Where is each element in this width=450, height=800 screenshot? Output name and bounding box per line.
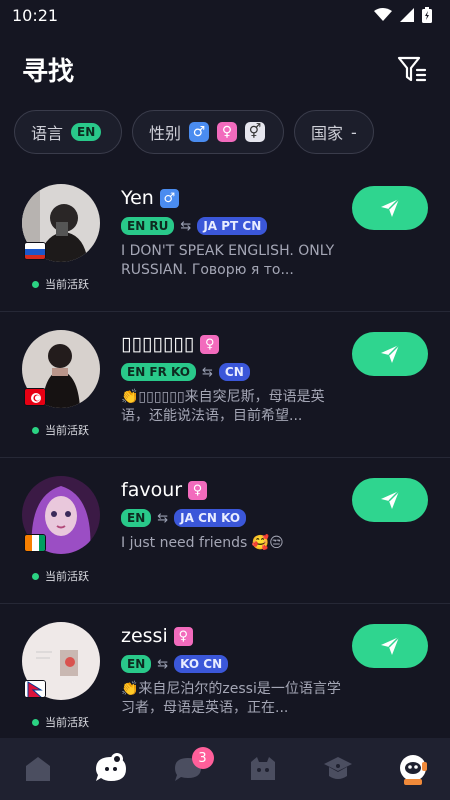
male-icon: ♂ bbox=[159, 188, 179, 208]
language-row: EN FR KO ⇆ CN bbox=[121, 362, 347, 382]
status-bar: 10:21 bbox=[0, 0, 450, 30]
send-icon bbox=[381, 344, 400, 363]
filter-button[interactable] bbox=[396, 53, 428, 85]
language-row: EN ⇆ JA CN KO bbox=[121, 508, 347, 528]
user-card[interactable]: 当前活跃 Yen ♂ EN RU ⇆ JA PT CN I DON'T SPEA… bbox=[0, 166, 450, 312]
user-info: ▯▯▯▯▯▯▯ ♀ EN FR KO ⇆ CN 👏▯▯▯▯▯▯来自突尼斯，母语是… bbox=[121, 332, 347, 426]
send-icon bbox=[381, 636, 400, 655]
tab-chats[interactable]: 3 bbox=[160, 741, 216, 797]
active-label: 当前活跃 bbox=[45, 424, 89, 437]
send-message-button[interactable] bbox=[352, 624, 428, 668]
user-info: favour ♀ EN ⇆ JA CN KO I just need frien… bbox=[121, 478, 347, 572]
ivory-coast-flag bbox=[24, 534, 46, 552]
send-message-button[interactable] bbox=[352, 478, 428, 522]
exchange-icon: ⇆ bbox=[180, 218, 192, 234]
female-icon: ♀ bbox=[173, 626, 193, 646]
page-title: 寻找 bbox=[22, 56, 75, 87]
exchange-icon: ⇆ bbox=[202, 364, 213, 380]
wifi-icon bbox=[374, 8, 392, 21]
user-info: Yen ♂ EN RU ⇆ JA PT CN I DON'T SPEAK ENG… bbox=[121, 186, 347, 280]
status-time: 10:21 bbox=[12, 5, 59, 25]
online-dot bbox=[32, 426, 39, 434]
user-name: favour bbox=[121, 479, 183, 501]
active-status: 当前活跃 bbox=[32, 714, 89, 730]
language-row: EN ⇆ KO CN bbox=[121, 654, 347, 674]
user-bio: 👏▯▯▯▯▯▯来自突尼斯，母语是英语，还能说法语，目前希望... bbox=[121, 389, 325, 424]
user-bio: 👏来自尼泊尔的zessi是一位语言学习者，母语是英语，正在... bbox=[121, 681, 341, 716]
bottom-tab-bar: 3 bbox=[0, 738, 450, 800]
country-filter-chip[interactable]: 国家 - bbox=[294, 110, 374, 154]
unread-badge: 3 bbox=[191, 747, 214, 769]
language-filter-chip[interactable]: 语言 EN bbox=[14, 110, 122, 154]
tab-learn[interactable] bbox=[310, 741, 366, 797]
female-icon: ♀ bbox=[188, 480, 208, 500]
tunisia-flag bbox=[24, 388, 46, 406]
status-icons bbox=[374, 7, 432, 23]
tab-find[interactable] bbox=[85, 741, 141, 797]
gender-filter-label: 性别 bbox=[149, 124, 182, 143]
send-message-button[interactable] bbox=[352, 332, 428, 376]
native-languages: EN RU bbox=[121, 217, 175, 235]
filter-icon bbox=[397, 56, 427, 82]
country-filter-value: - bbox=[351, 122, 357, 142]
user-bio: I just need friends 🥰😒 bbox=[121, 535, 284, 551]
exchange-icon: ⇆ bbox=[157, 656, 169, 672]
male-icon: ♂ bbox=[189, 122, 210, 142]
female-icon: ♀ bbox=[217, 122, 238, 142]
user-name: zessi bbox=[121, 625, 168, 647]
tab-moments[interactable] bbox=[235, 741, 291, 797]
exchange-icon: ⇆ bbox=[157, 510, 169, 526]
send-message-button[interactable] bbox=[352, 186, 428, 230]
active-status: 当前活跃 bbox=[32, 422, 89, 438]
find-partners-icon bbox=[95, 753, 126, 781]
header: 寻找 bbox=[0, 30, 450, 108]
nepal-flag bbox=[24, 680, 46, 698]
user-card[interactable]: 当前活跃 ▯▯▯▯▯▯▯ ♀ EN FR KO ⇆ CN 👏▯▯▯▯▯▯来自突尼… bbox=[0, 312, 450, 458]
user-card[interactable]: 当前活跃 zessi ♀ EN ⇆ KO CN 👏来自尼泊尔的zessi是一位语… bbox=[0, 604, 450, 750]
learning-languages: CN bbox=[218, 363, 250, 381]
filter-chips: 语言 EN 性别 ♂ ♀ ⚥ 国家 - bbox=[0, 108, 450, 156]
learning-languages: JA PT CN bbox=[197, 217, 268, 235]
female-icon: ♀ bbox=[200, 334, 220, 354]
send-icon bbox=[381, 490, 400, 509]
other-gender-icon: ⚥ bbox=[245, 122, 266, 142]
tab-profile[interactable] bbox=[385, 741, 441, 797]
active-label: 当前活跃 bbox=[45, 278, 89, 291]
user-list: 当前活跃 Yen ♂ EN RU ⇆ JA PT CN I DON'T SPEA… bbox=[0, 166, 450, 750]
language-filter-value: EN bbox=[71, 123, 102, 141]
moments-icon bbox=[250, 757, 275, 780]
online-dot bbox=[32, 572, 39, 580]
tab-home[interactable] bbox=[10, 741, 66, 797]
user-name: Yen bbox=[121, 187, 154, 209]
native-languages: EN bbox=[121, 509, 152, 527]
active-label: 当前活跃 bbox=[45, 716, 89, 729]
user-bio: I DON'T SPEAK ENGLISH. ONLY RUSSIAN. Гов… bbox=[121, 243, 335, 278]
home-icon bbox=[25, 757, 50, 781]
active-status: 当前活跃 bbox=[32, 568, 89, 584]
learning-languages: JA CN KO bbox=[174, 509, 247, 527]
astronaut-avatar-icon bbox=[399, 755, 427, 785]
learning-languages: KO CN bbox=[174, 655, 229, 673]
native-languages: EN bbox=[121, 655, 152, 673]
country-filter-label: 国家 bbox=[311, 124, 344, 143]
online-dot bbox=[32, 718, 39, 726]
user-name: ▯▯▯▯▯▯▯ bbox=[121, 333, 195, 355]
active-status: 当前活跃 bbox=[32, 276, 89, 292]
active-label: 当前活跃 bbox=[45, 570, 89, 583]
native-languages: EN FR KO bbox=[121, 363, 196, 381]
russia-flag bbox=[24, 242, 46, 260]
user-card[interactable]: 当前活跃 favour ♀ EN ⇆ JA CN KO I just need … bbox=[0, 458, 450, 604]
battery-icon bbox=[422, 7, 432, 23]
online-dot bbox=[32, 280, 39, 288]
signal-icon bbox=[400, 8, 414, 22]
language-row: EN RU ⇆ JA PT CN bbox=[121, 216, 347, 236]
graduation-cap-icon bbox=[323, 757, 352, 779]
gender-filter-chip[interactable]: 性别 ♂ ♀ ⚥ bbox=[132, 110, 284, 154]
user-info: zessi ♀ EN ⇆ KO CN 👏来自尼泊尔的zessi是一位语言学习者，… bbox=[121, 624, 347, 718]
send-icon bbox=[381, 198, 400, 217]
language-filter-label: 语言 bbox=[31, 124, 64, 143]
